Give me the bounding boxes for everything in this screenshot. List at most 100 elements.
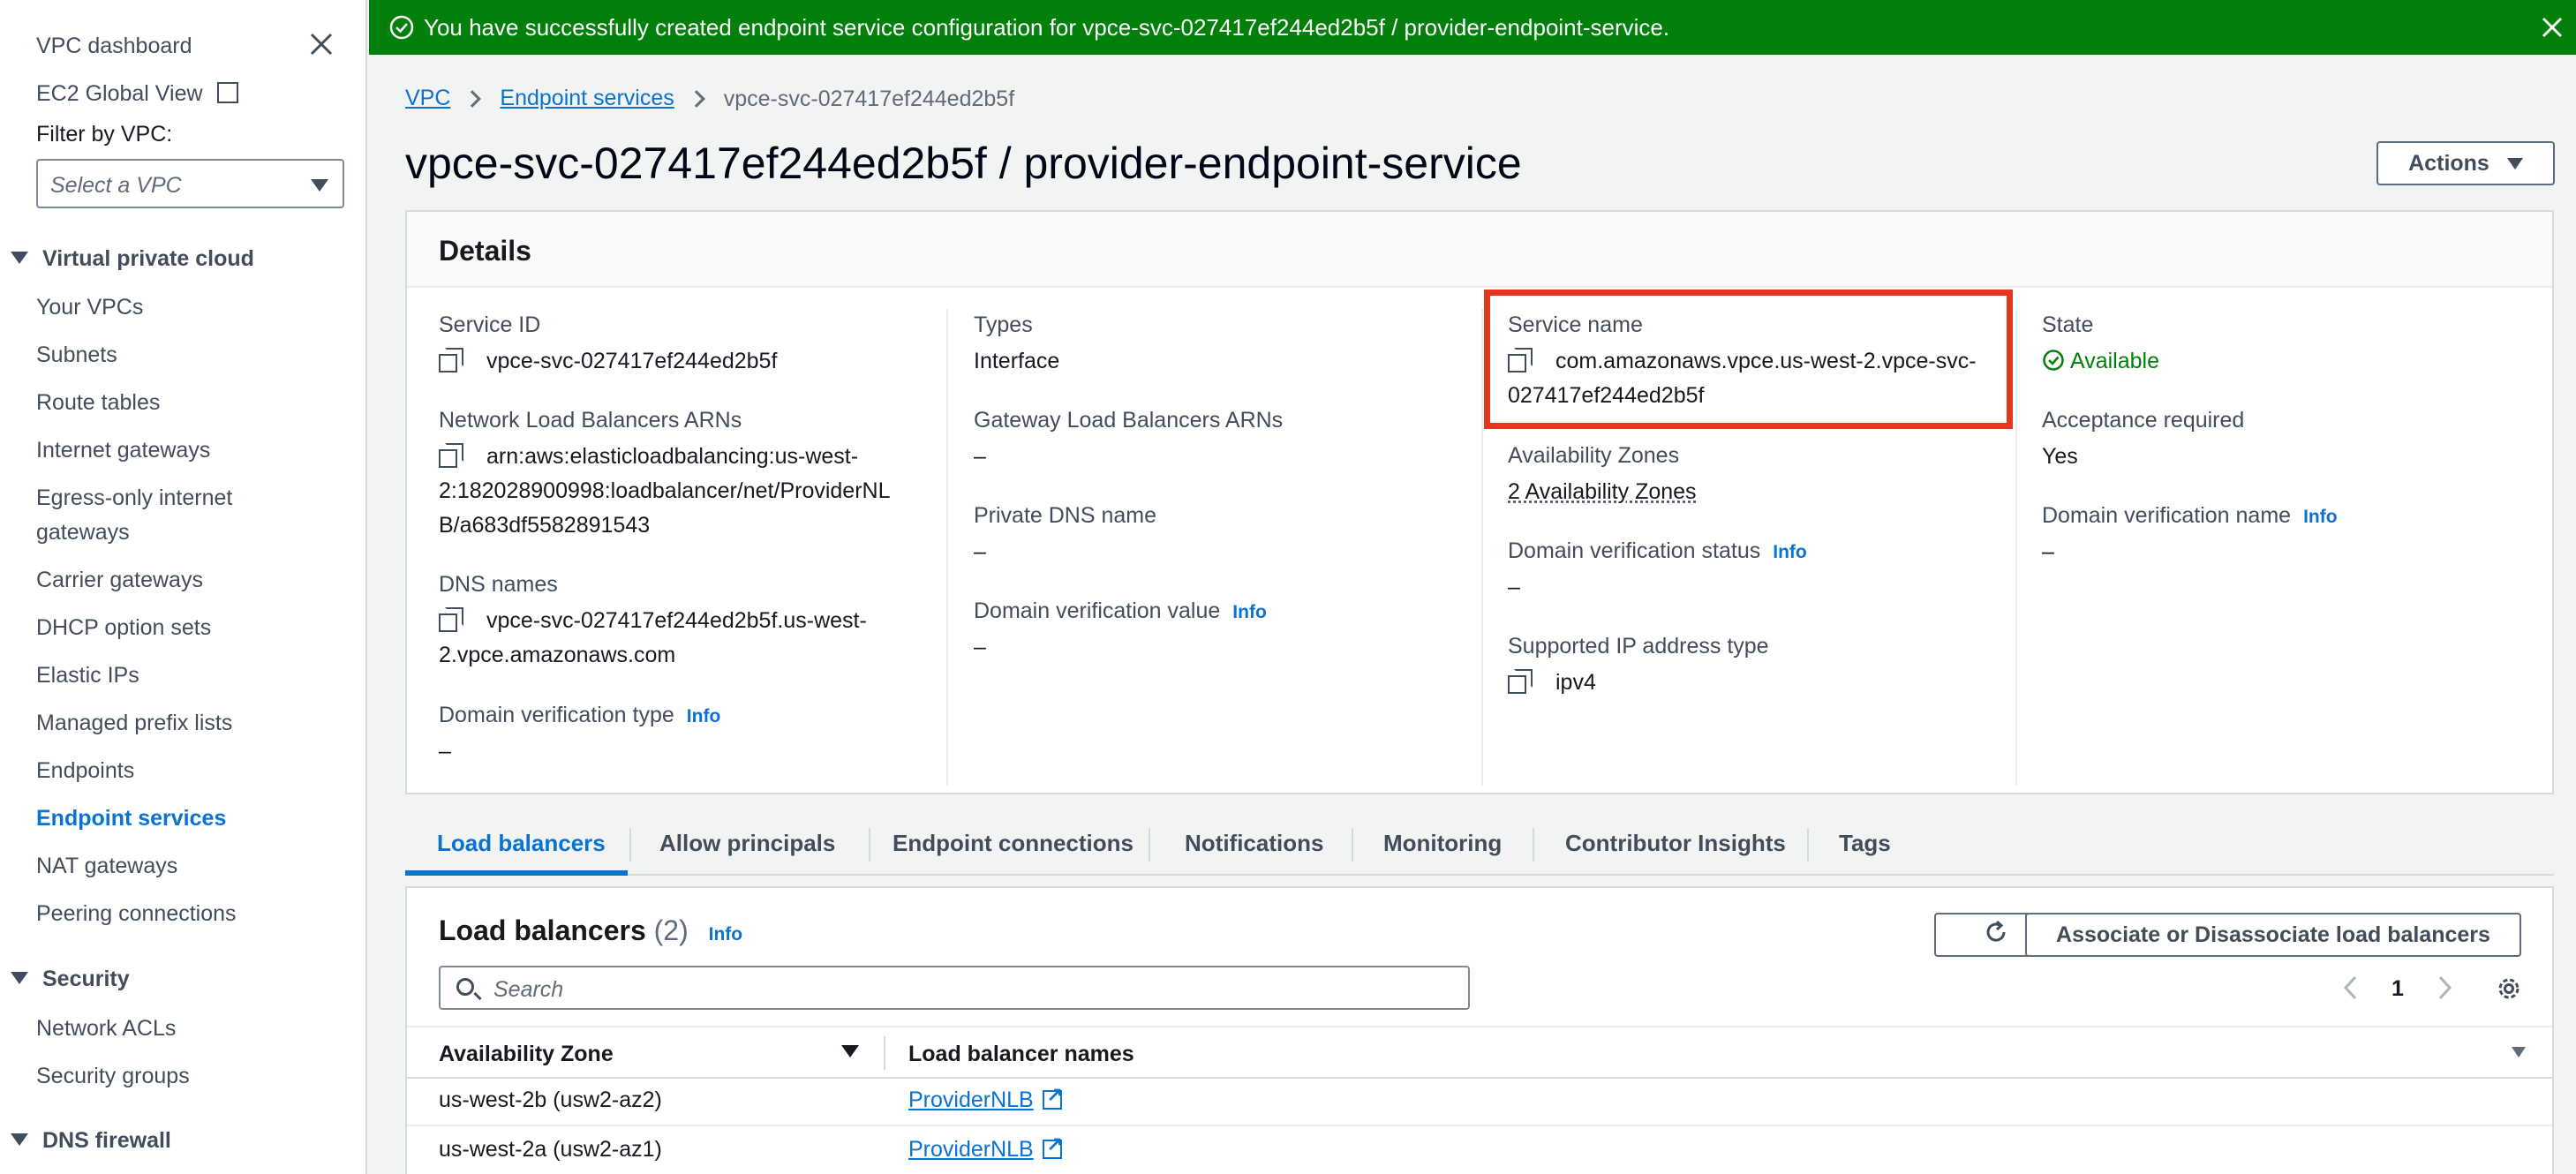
- nlb-arn-value: arn:aws:elasticloadbalancing:us-west-: [439, 440, 858, 474]
- tab-load-balancers[interactable]: Load balancers: [437, 830, 606, 857]
- vpc-filter-select[interactable]: Select a VPC: [36, 159, 344, 208]
- info-link[interactable]: Info: [687, 706, 720, 726]
- state-value: Available: [2042, 344, 2159, 382]
- info-link[interactable]: Info: [1232, 602, 1266, 622]
- close-sidebar-icon[interactable]: [309, 32, 334, 56]
- sidebar-section-virtual-private-cloud[interactable]: Virtual private cloud: [11, 246, 254, 272]
- header-divider: [407, 1077, 2552, 1079]
- tab-bar: Load balancers Allow principals Endpoint…: [405, 810, 2554, 876]
- sidebar-item-security-groups[interactable]: Security groups: [36, 1064, 190, 1089]
- sidebar-item-subnets[interactable]: Subnets: [36, 342, 117, 368]
- info-link[interactable]: Info: [2303, 507, 2337, 527]
- details-header: Details: [407, 212, 2552, 288]
- table-cell-load-balancer[interactable]: ProviderNLB: [908, 1083, 1063, 1113]
- sidebar-section-dns-firewall[interactable]: DNS firewall: [11, 1128, 171, 1154]
- column-resizer[interactable]: [884, 1036, 885, 1070]
- external-link-icon: [1042, 1133, 1063, 1159]
- copy-icon[interactable]: [1508, 669, 1533, 694]
- page-number[interactable]: 1: [2391, 976, 2404, 1002]
- gwlb-arns-label: Gateway Load Balancers ARNs: [974, 408, 1284, 433]
- sidebar-item-route-tables[interactable]: Route tables: [36, 390, 160, 416]
- gear-icon[interactable]: [2495, 975, 2523, 1003]
- tab-notifications[interactable]: Notifications: [1185, 830, 1323, 857]
- copy-icon[interactable]: [439, 348, 463, 373]
- state-label: State: [2042, 312, 2094, 337]
- sidebar-item-nat-gateways[interactable]: NAT gateways: [36, 854, 177, 879]
- acceptance-required-value: Yes: [2042, 444, 2078, 469]
- nlb-arn-value-line2: 2:182028900998:loadbalancer/net/Provider…: [439, 478, 891, 503]
- tab-separator: [1149, 828, 1150, 862]
- next-page-icon[interactable]: [2436, 975, 2453, 1001]
- associate-disassociate-button[interactable]: Associate or Disassociate load balancers: [2025, 913, 2521, 957]
- active-tab-indicator: [405, 870, 628, 876]
- search-input[interactable]: Search: [439, 966, 1470, 1010]
- sort-caret-icon[interactable]: [841, 1045, 859, 1057]
- sidebar-item-managed-prefix-lists[interactable]: Managed prefix lists: [36, 711, 232, 736]
- domain-verification-name-label: Domain verification name Info: [2042, 503, 2338, 528]
- table-cell-load-balancer[interactable]: ProviderNLB: [908, 1133, 1063, 1163]
- sort-caret-icon[interactable]: [2512, 1047, 2526, 1057]
- availability-zones-value[interactable]: 2 Availability Zones: [1508, 475, 1697, 509]
- page-title: vpce-svc-027417ef244ed2b5f / provider-en…: [405, 139, 1522, 188]
- caret-down-icon: [2506, 157, 2523, 169]
- sidebar-item-peering-connections[interactable]: Peering connections: [36, 901, 237, 927]
- sidebar-item-egress-only-internet-gateways-line2[interactable]: gateways: [36, 520, 130, 546]
- tab-monitoring[interactable]: Monitoring: [1383, 830, 1502, 857]
- copy-icon[interactable]: [439, 443, 463, 468]
- sidebar-item-egress-only-internet-gateways[interactable]: Egress-only internet: [36, 485, 232, 511]
- refresh-icon: [1983, 919, 2009, 952]
- search-icon: [456, 978, 474, 996]
- sidebar-item-endpoints[interactable]: Endpoints: [36, 758, 134, 784]
- sidebar-section-security[interactable]: Security: [11, 967, 130, 992]
- domain-verification-status-value: –: [1508, 575, 1520, 599]
- copy-icon[interactable]: [439, 607, 463, 632]
- acceptance-required-label: Acceptance required: [2042, 408, 2245, 433]
- breadcrumb: VPC Endpoint services vpce-svc-027417ef244…: [405, 86, 1014, 112]
- sidebar-item-carrier-gateways[interactable]: Carrier gateways: [36, 568, 203, 593]
- column-divider: [946, 309, 948, 786]
- sidebar-item-vpc-dashboard[interactable]: VPC dashboard: [36, 34, 192, 59]
- caret-down-icon: [11, 252, 28, 264]
- service-id-value: vpce-svc-027417ef244ed2b5f: [439, 344, 777, 379]
- column-divider: [2015, 309, 2017, 786]
- sidebar-item-dhcp-option-sets[interactable]: DHCP option sets: [36, 615, 211, 641]
- sidebar-item-network-acls[interactable]: Network ACLs: [36, 1016, 176, 1042]
- previous-page-icon[interactable]: [2342, 975, 2360, 1001]
- column-header-availability-zone[interactable]: Availability Zone: [439, 1042, 614, 1067]
- tab-tags[interactable]: Tags: [1839, 830, 1891, 857]
- breadcrumb-vpc[interactable]: VPC: [405, 86, 450, 110]
- actions-button[interactable]: Actions: [2376, 141, 2555, 185]
- table-top-border: [407, 1026, 2552, 1027]
- sidebar-item-elastic-ips[interactable]: Elastic IPs: [36, 663, 139, 689]
- row-divider: [407, 1125, 2552, 1126]
- sidebar-item-internet-gateways[interactable]: Internet gateways: [36, 438, 210, 463]
- service-id-label: Service ID: [439, 312, 541, 337]
- details-title: Details: [439, 235, 531, 267]
- info-link[interactable]: Info: [709, 924, 742, 944]
- banner-message: You have successfully created endpoint s…: [424, 14, 1670, 41]
- service-name-highlight-box: [1484, 290, 2013, 429]
- tab-allow-principals[interactable]: Allow principals: [659, 830, 835, 857]
- column-divider: [1481, 309, 1483, 786]
- tab-endpoint-connections[interactable]: Endpoint connections: [893, 830, 1134, 857]
- domain-verification-value: –: [974, 635, 986, 659]
- info-link[interactable]: Info: [1773, 542, 1806, 562]
- private-dns-label: Private DNS name: [974, 503, 1157, 528]
- breadcrumb-endpoint-services[interactable]: Endpoint services: [500, 86, 674, 110]
- column-header-load-balancer-names[interactable]: Load balancer names: [908, 1042, 1134, 1067]
- supported-ip-type-label: Supported IP address type: [1508, 634, 1769, 658]
- sidebar-item-endpoint-services[interactable]: Endpoint services: [36, 806, 226, 832]
- external-link-icon: [1042, 1083, 1063, 1110]
- tab-separator: [1352, 828, 1353, 862]
- sidebar-item-ec2-global-view[interactable]: EC2 Global View: [36, 81, 239, 107]
- load-balancers-panel: Load balancers (2) Info Associate or Dis…: [405, 886, 2554, 1174]
- sidebar-item-your-vpcs[interactable]: Your VPCs: [36, 295, 143, 320]
- nlb-arns-label: Network Load Balancers ARNs: [439, 408, 742, 433]
- nlb-arn-value-line3: B/a683df5582891543: [439, 513, 651, 538]
- dismiss-banner-icon[interactable]: [2541, 9, 2564, 47]
- tab-separator: [629, 828, 631, 862]
- domain-verification-type-label: Domain verification type Info: [439, 703, 721, 727]
- domain-verification-status-label: Domain verification status Info: [1508, 538, 1807, 563]
- tab-contributor-insights[interactable]: Contributor Insights: [1565, 830, 1786, 857]
- supported-ip-type-value: ipv4: [1508, 666, 1596, 700]
